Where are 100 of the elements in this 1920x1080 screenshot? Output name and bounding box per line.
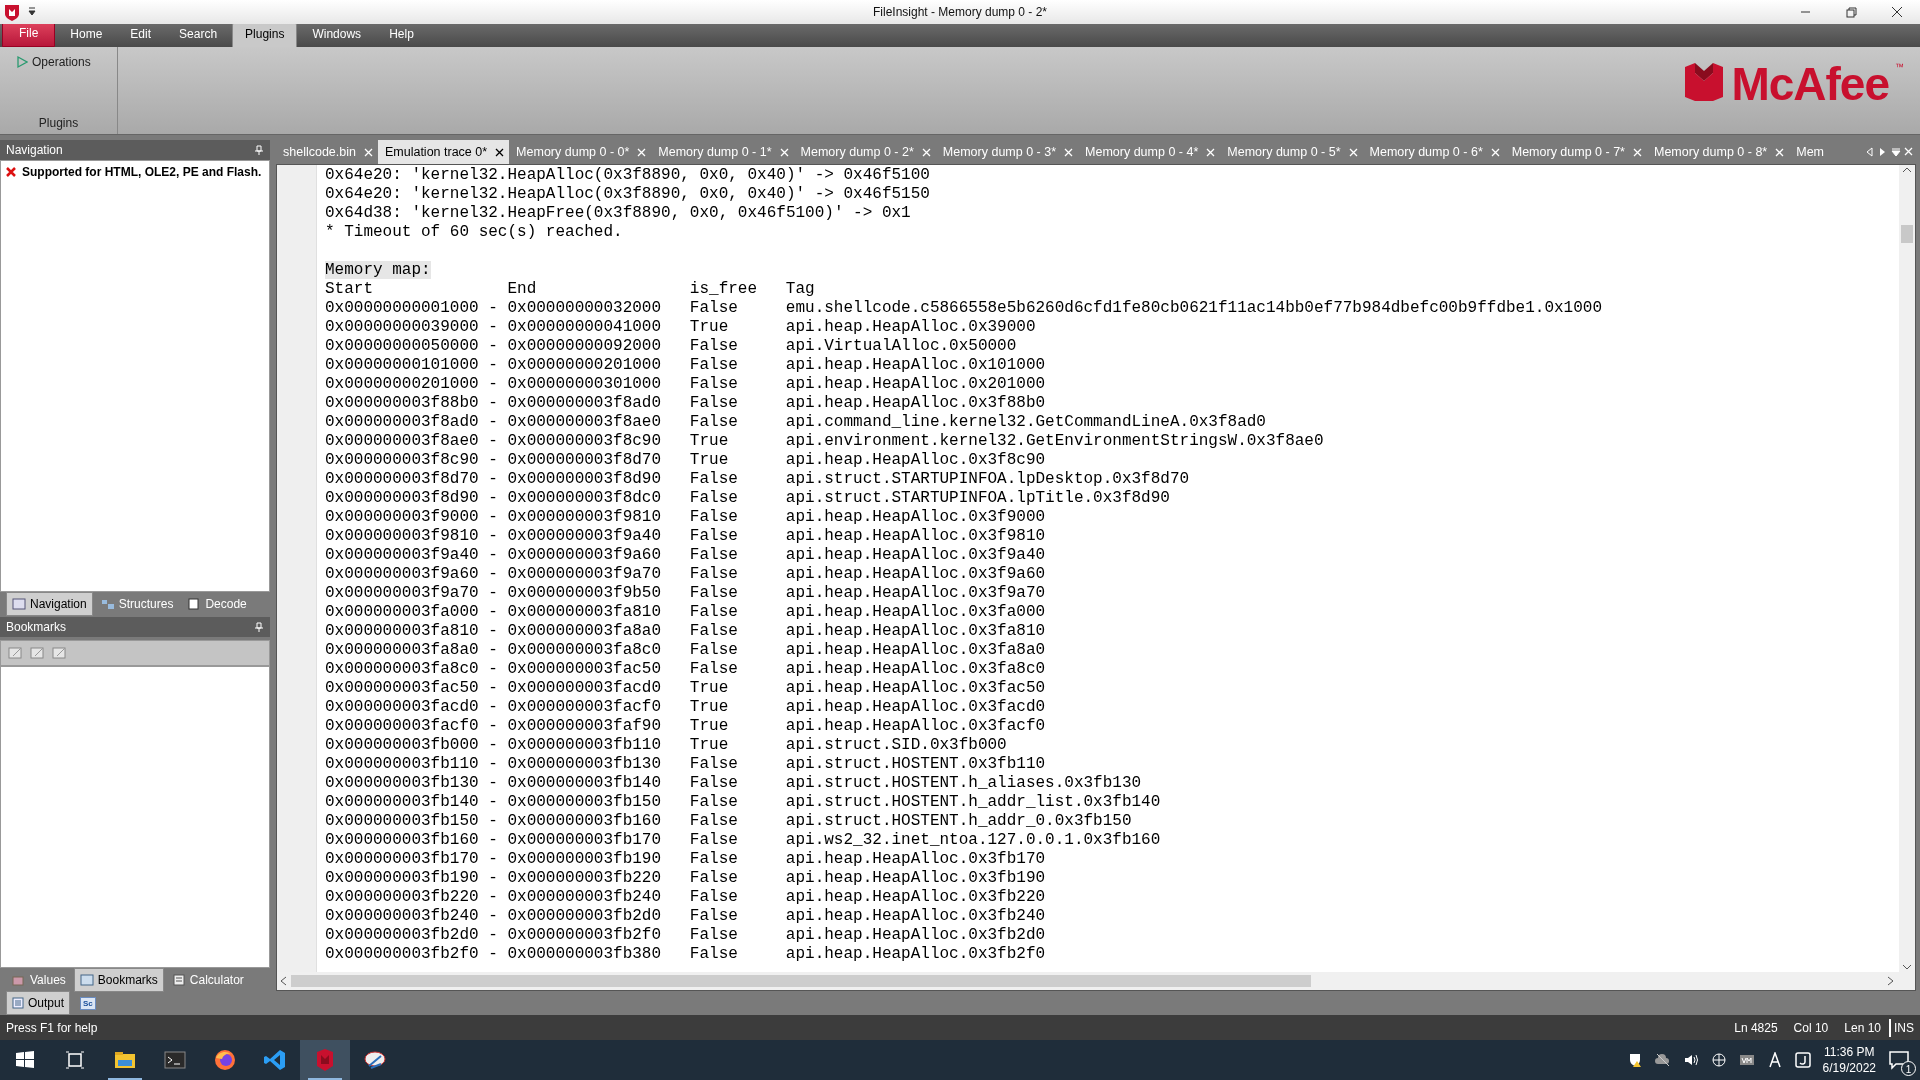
tag-value: api.struct.HOSTENT.h_addr_0.0x3fb150: [785, 812, 1133, 831]
font-icon[interactable]: [1766, 1052, 1783, 1068]
speaker-icon[interactable]: [1682, 1052, 1699, 1068]
start-address: 0x000000003fb140: [325, 793, 479, 812]
start-address: 0x000000003fb190: [325, 869, 479, 888]
is-free-value: True: [689, 679, 730, 698]
vertical-scrollbar[interactable]: [1899, 165, 1915, 972]
range-separator: -: [488, 622, 498, 641]
document-tab[interactable]: Memory dump 0 - 4*: [1078, 140, 1221, 164]
tag-value: api.heap.HeapAlloc.0x3fa000: [785, 603, 1047, 622]
range-separator: -: [488, 831, 498, 850]
scrollbar-thumb[interactable]: [1901, 225, 1913, 243]
is-free-value: True: [689, 318, 730, 337]
document-tab[interactable]: Memory dump 0 - 7*: [1504, 140, 1647, 164]
document-tab[interactable]: Mem: [1789, 140, 1829, 164]
tag-value: api.environment.kernel32.GetEnvironmentStringsW.0x3f8ae0: [785, 432, 1325, 451]
tag-value: api.heap.HeapAlloc.0x3fa8a0: [785, 641, 1047, 660]
start-address: 0x000000003f8d90: [325, 489, 479, 508]
restore-icon[interactable]: [1843, 4, 1859, 20]
end-address: 0x000000003fb2f0: [507, 926, 662, 945]
ribbon-tab[interactable]: Windows: [299, 22, 375, 47]
ribbon-tab[interactable]: Search: [166, 22, 231, 47]
panel-tab[interactable]: Calculator: [165, 968, 250, 992]
pin-icon[interactable]: [254, 145, 264, 155]
tag-value: api.heap.HeapAlloc.0x3fa810: [785, 622, 1047, 641]
tag-value: api.heap.HeapAlloc.0x3f9a70: [785, 584, 1047, 603]
document-tab[interactable]: shellcode.bin: [276, 140, 378, 164]
ribbon-tab[interactable]: Home: [57, 22, 116, 47]
tag-value: emu.shellcode.c5866558e5b6260d6cfd1fe80cb0621f11ac14bb0ef77b984dbefc00b9ffdbe1.0x1000: [785, 299, 1603, 318]
range-separator: -: [488, 508, 498, 527]
document-tab[interactable]: Memory dump 0 - 0*: [509, 140, 652, 164]
script-tab[interactable]: Sc: [80, 996, 96, 1010]
document-tab[interactable]: Memory dump 0 - 6*: [1362, 140, 1505, 164]
tag-value: api.heap.HeapAlloc.0x3fb2f0: [785, 945, 1047, 964]
status-field: INS: [1889, 1018, 1914, 1037]
is-free-value: False: [689, 527, 739, 546]
document-tab[interactable]: Memory dump 0 - 8*: [1647, 140, 1790, 164]
horizontal-scrollbar[interactable]: [277, 972, 1915, 990]
scroll-up-icon[interactable]: [1902, 165, 1912, 175]
panel-tab[interactable]: Values: [6, 968, 72, 992]
logo-text: McAfee: [1731, 61, 1889, 107]
tag-value: api.heap.HeapAlloc.0x3fb170: [785, 850, 1047, 869]
document-tab[interactable]: Memory dump 0 - 5*: [1220, 140, 1363, 164]
document-tab[interactable]: Memory dump 0 - 1*: [651, 140, 794, 164]
close-icon[interactable]: [1889, 4, 1905, 20]
panel-tab[interactable]: Navigation: [6, 592, 93, 616]
start-address: 0x000000003fb2d0: [325, 926, 479, 945]
vm-icon[interactable]: [1738, 1052, 1755, 1068]
scroll-left-icon[interactable]: [1865, 147, 1875, 157]
tag-value: api.heap.HeapAlloc.0x3fb190: [785, 869, 1047, 888]
is-free-value: False: [689, 546, 739, 565]
tag-value: api.heap.HeapAlloc.0x3f9810: [785, 527, 1047, 546]
end-address: 0x000000003f8d90: [507, 470, 662, 489]
range-separator: -: [488, 413, 498, 432]
tab-list-icon[interactable]: [1891, 147, 1901, 157]
end-address: 0x000000003f9810: [507, 508, 662, 527]
tag-value: api.heap.HeapAlloc.0x101000: [785, 356, 1047, 375]
tag-value: api.struct.HOSTENT.h_aliases.0x3fb130: [785, 774, 1143, 793]
end-address: 0x000000003f9a70: [507, 565, 662, 584]
app-j-icon[interactable]: [1794, 1052, 1811, 1068]
cloud-off-icon[interactable]: [1654, 1052, 1671, 1068]
scroll-down-icon[interactable]: [1902, 962, 1912, 972]
start-address: 0x000000003fb110: [325, 755, 479, 774]
end-address: 0x000000003f9a40: [507, 527, 662, 546]
document-tab[interactable]: Memory dump 0 - 2*: [793, 140, 936, 164]
tag-value: api.struct.STARTUPINFOA.lpDesktop.0x3f8d70: [785, 470, 1191, 489]
end-address: 0x000000003fb150: [507, 793, 662, 812]
is-free-value: False: [689, 337, 739, 356]
panel-tab[interactable]: Structures: [94, 592, 180, 616]
ribbon-tab[interactable]: Edit: [117, 22, 165, 47]
range-separator: -: [488, 812, 498, 831]
operations-button[interactable]: Operations: [32, 53, 91, 71]
start-address: 0x00000000050000: [325, 337, 479, 356]
range-separator: -: [488, 603, 498, 622]
range-separator: -: [488, 717, 498, 736]
pin-icon[interactable]: [254, 622, 264, 632]
is-free-value: False: [689, 375, 739, 394]
panel-tab[interactable]: Output: [6, 991, 71, 1015]
scrollbar-thumb[interactable]: [291, 975, 1311, 987]
panel-tab[interactable]: Bookmarks: [73, 968, 164, 992]
section-title: Memory map:: [325, 261, 431, 279]
globe-icon[interactable]: [1710, 1052, 1727, 1068]
end-address: 0x000000003f8d70: [507, 451, 662, 470]
range-separator: -: [488, 736, 498, 755]
status-field: Ln 4825: [1726, 1018, 1786, 1037]
close-icon[interactable]: [495, 147, 505, 157]
document-tab[interactable]: Emulation trace 0*: [377, 140, 510, 164]
panel-tab[interactable]: Decode: [181, 592, 253, 616]
ribbon-tab[interactable]: Plugins: [232, 22, 298, 47]
document-tab[interactable]: Memory dump 0 - 3*: [935, 140, 1079, 164]
is-free-value: False: [689, 869, 739, 888]
shield-icon[interactable]: [300, 1040, 350, 1080]
end-address: 0x000000003fa8a0: [507, 622, 662, 641]
end-address: 0x000000003fac50: [507, 660, 662, 679]
range-separator: -: [488, 755, 498, 774]
start-address: 0x000000003fb150: [325, 812, 479, 831]
ribbon-tab[interactable]: Help: [376, 22, 427, 47]
is-free-value: False: [689, 888, 739, 907]
is-free-value: False: [689, 831, 739, 850]
start-address: 0x000000003fa8c0: [325, 660, 479, 679]
